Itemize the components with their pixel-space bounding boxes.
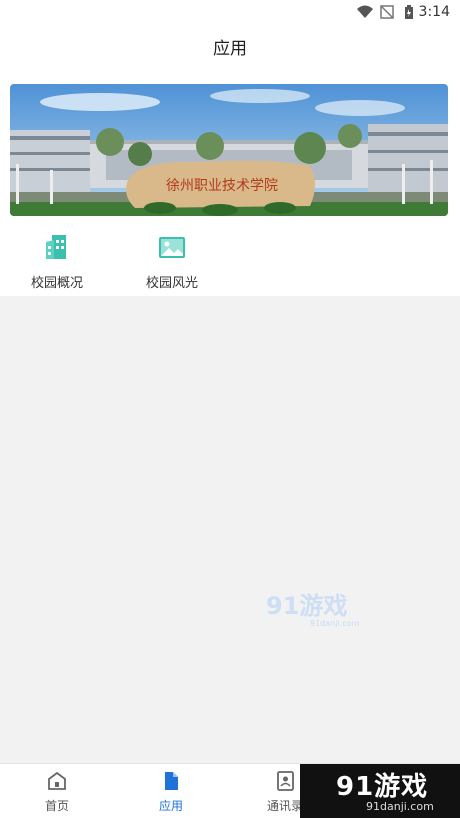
banner-sign-text: 徐州职业技术学院 [166, 178, 278, 194]
image-icon [159, 237, 185, 258]
corner-url: 91danji.com [366, 800, 434, 813]
content-area [0, 296, 460, 764]
no-signal-icon [380, 5, 394, 19]
app-grid: 校园概况 校园风光 [0, 232, 460, 296]
nav-label: 应用 [158, 799, 183, 813]
watermark-logo: 91游戏 91danji.com [266, 590, 366, 634]
watermark-logo-text: 91游戏 [266, 592, 347, 620]
page-title: 应用 [0, 26, 460, 72]
nav-apps[interactable]: 应用 [114, 764, 228, 818]
nav-label: 首页 [44, 799, 69, 813]
app-label: 校园风光 [145, 276, 198, 291]
nav-home[interactable]: 首页 [0, 764, 114, 818]
campus-banner-image[interactable]: 徐州职业技术学院 [10, 84, 448, 216]
contacts-icon [277, 771, 294, 791]
app-campus-overview[interactable]: 校园概况 [2, 232, 112, 291]
battery-icon [405, 5, 413, 19]
building-icon [46, 235, 66, 259]
home-icon [48, 771, 66, 790]
watermark-corner: 91游戏 91danji.com [300, 764, 460, 818]
status-bar: 3:14 [0, 0, 460, 26]
document-icon [165, 772, 178, 790]
corner-logo-text: 91游戏 [336, 772, 429, 802]
app-label: 校园概况 [30, 276, 83, 291]
wifi-icon [357, 5, 373, 18]
status-time: 3:14 [418, 4, 450, 20]
bottom-nav: 首页 应用 通讯录 91游戏 91danji.com [0, 763, 460, 818]
watermark-url: 91danji.com [310, 619, 360, 628]
app-campus-scenery[interactable]: 校园风光 [117, 232, 227, 291]
